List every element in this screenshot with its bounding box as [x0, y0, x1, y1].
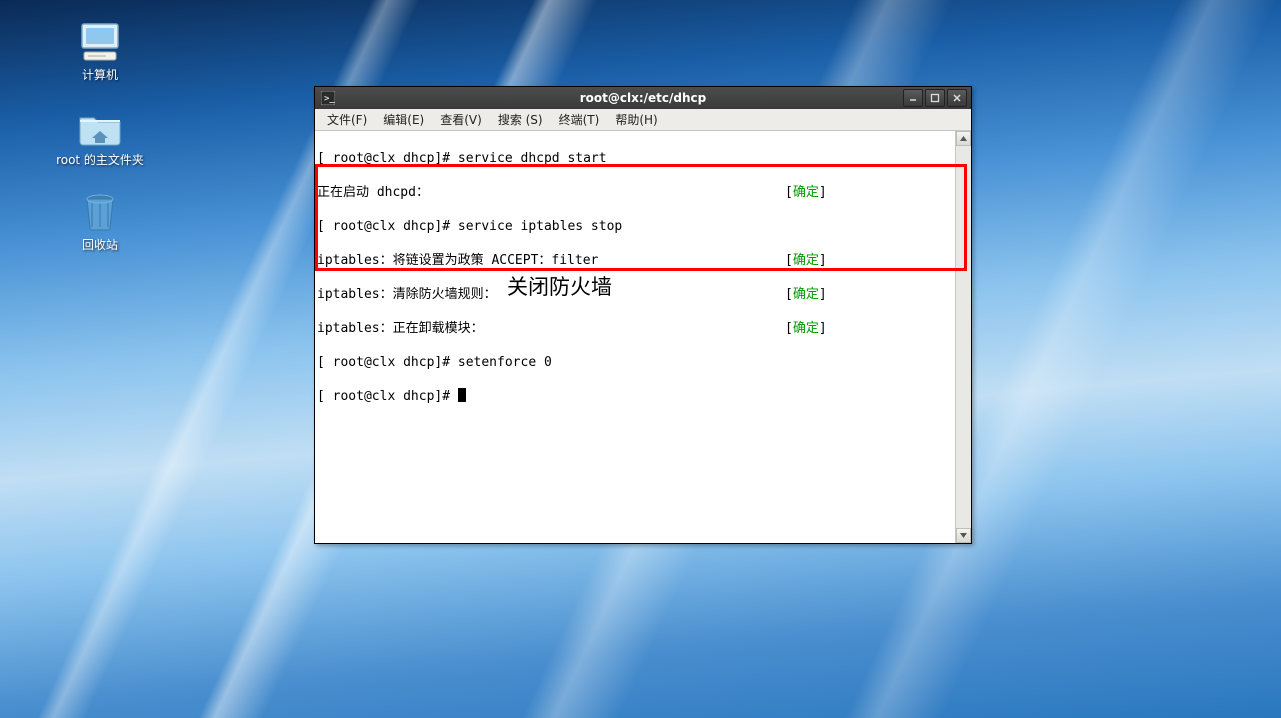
terminal-app-icon: >_ — [319, 89, 337, 107]
term-line: [ root@clx dhcp]# — [317, 388, 458, 405]
desktop-icon-label: 计算机 — [82, 66, 118, 83]
desktop-icon-label: 回收站 — [82, 236, 118, 253]
terminal-body: [ root@clx dhcp]# service dhcpd start 正在… — [315, 131, 971, 543]
term-line: 正在启动 dhcpd： — [317, 184, 429, 201]
desktop-icon-home[interactable]: root 的主文件夹 — [50, 107, 150, 168]
status-ok: [确定] — [785, 286, 827, 303]
trash-icon — [76, 192, 124, 232]
term-line: iptables：正在卸载模块： — [317, 320, 484, 337]
menubar: 文件(F) 编辑(E) 查看(V) 搜索 (S) 终端(T) 帮助(H) — [315, 109, 971, 132]
status-ok: [确定] — [785, 320, 827, 337]
window-controls — [903, 89, 971, 107]
scroll-track[interactable] — [956, 146, 971, 528]
minimize-button[interactable] — [903, 89, 923, 107]
desktop-icons: 计算机 root 的主文件夹 回收站 — [50, 22, 150, 253]
status-ok: [确定] — [785, 184, 827, 201]
term-line: iptables：将链设置为政策 ACCEPT：filter — [317, 252, 598, 269]
desktop-icon-label: root 的主文件夹 — [56, 151, 144, 168]
menu-search[interactable]: 搜索 (S) — [492, 109, 549, 130]
svg-text:>_: >_ — [324, 94, 335, 104]
desktop: 计算机 root 的主文件夹 回收站 — [0, 0, 1281, 718]
menu-view[interactable]: 查看(V) — [434, 109, 488, 130]
status-ok: [确定] — [785, 252, 827, 269]
menu-help[interactable]: 帮助(H) — [609, 109, 663, 130]
menu-file[interactable]: 文件(F) — [321, 109, 373, 130]
term-line: iptables：清除防火墙规则： — [317, 286, 497, 303]
close-button[interactable] — [947, 89, 967, 107]
window-title: root@clx:/etc/dhcp — [315, 91, 971, 105]
text-cursor — [458, 388, 466, 402]
term-line: [ root@clx dhcp]# setenforce 0 — [317, 354, 552, 371]
maximize-button[interactable] — [925, 89, 945, 107]
desktop-icon-computer[interactable]: 计算机 — [50, 22, 150, 83]
annotation-label: 关闭防火墙 — [507, 279, 612, 296]
terminal-window: >_ root@clx:/etc/dhcp 文 — [314, 86, 972, 544]
menu-terminal[interactable]: 终端(T) — [553, 109, 606, 130]
scrollbar-vertical[interactable] — [955, 131, 971, 543]
term-line: [ root@clx dhcp]# service dhcpd start — [317, 150, 607, 167]
computer-icon — [76, 22, 124, 62]
desktop-icon-trash[interactable]: 回收站 — [50, 192, 150, 253]
menu-edit[interactable]: 编辑(E) — [377, 109, 430, 130]
terminal-output[interactable]: [ root@clx dhcp]# service dhcpd start 正在… — [315, 131, 955, 543]
home-folder-icon — [76, 107, 124, 147]
window-titlebar[interactable]: >_ root@clx:/etc/dhcp — [315, 87, 971, 109]
term-line: [ root@clx dhcp]# service iptables stop — [317, 218, 622, 235]
scroll-down-button[interactable] — [956, 528, 971, 543]
scroll-up-button[interactable] — [956, 131, 971, 146]
